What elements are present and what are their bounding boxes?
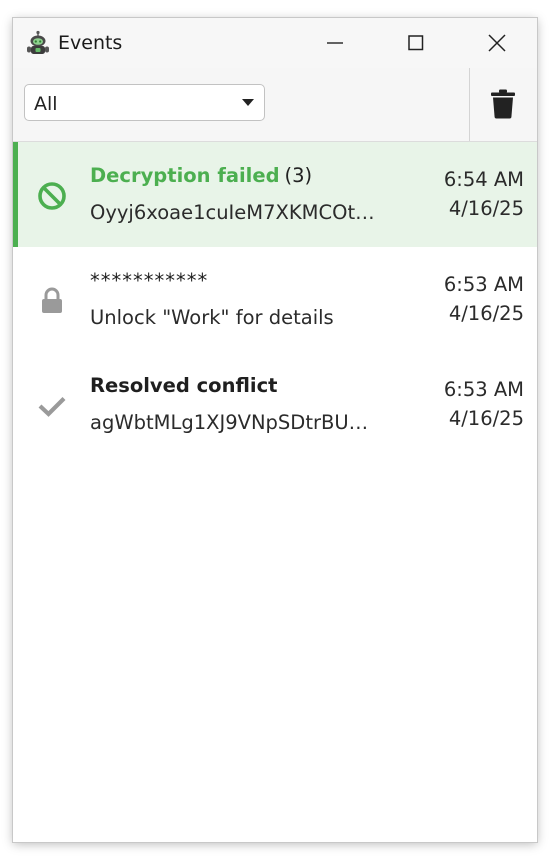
chevron-down-icon xyxy=(242,99,254,106)
close-button[interactable] xyxy=(467,18,527,68)
window-title: Events xyxy=(58,32,123,54)
toolbar: All xyxy=(13,68,537,142)
event-count: (3) xyxy=(284,164,313,187)
robot-app-icon xyxy=(27,30,49,54)
event-filter-select[interactable]: All xyxy=(24,84,265,121)
minimize-icon xyxy=(327,42,343,44)
event-row[interactable]: Decryption failed (3) Oyyj6xoae1cuIeM7XKM… xyxy=(13,142,537,247)
event-time: 6:54 AM xyxy=(443,168,524,191)
trash-icon xyxy=(491,89,515,119)
event-row[interactable]: *********** Unlock "Work" for details 6:… xyxy=(13,247,537,352)
event-detail: agWbtMLg1XJ9VNpSDtrBUeQk2Hfa xyxy=(90,411,380,434)
blocked-icon xyxy=(38,182,66,210)
event-list: Decryption failed (3) Oyyj6xoae1cuIeM7XKM… xyxy=(13,142,537,457)
event-title-text: Decryption failed xyxy=(90,164,280,187)
lock-icon xyxy=(42,287,62,313)
event-row[interactable]: Resolved conflict agWbtMLg1XJ9VNpSDtrBUe… xyxy=(13,352,537,457)
check-icon xyxy=(38,397,66,417)
event-date: 4/16/25 xyxy=(448,407,524,430)
filter-selected-value: All xyxy=(34,93,58,115)
event-title: Resolved conflict xyxy=(90,374,278,397)
title-bar[interactable]: Events xyxy=(13,18,537,68)
event-date: 4/16/25 xyxy=(448,302,524,325)
event-title: *********** xyxy=(90,269,209,292)
event-time: 6:53 AM xyxy=(443,378,524,401)
minimize-button[interactable] xyxy=(305,18,365,68)
events-window: Events All Decryption failed (3) Oyyj6xo… xyxy=(13,18,537,842)
event-detail: Unlock "Work" for details xyxy=(90,306,334,329)
event-title: Decryption failed (3) xyxy=(90,164,312,187)
event-time: 6:53 AM xyxy=(443,273,524,296)
event-date: 4/16/25 xyxy=(448,197,524,220)
close-icon xyxy=(488,34,506,52)
maximize-icon xyxy=(408,35,424,51)
clear-events-button[interactable] xyxy=(470,68,537,141)
maximize-button[interactable] xyxy=(386,18,446,68)
event-detail: Oyyj6xoae1cuIeM7XKMCOtSdEdZw xyxy=(90,201,380,224)
